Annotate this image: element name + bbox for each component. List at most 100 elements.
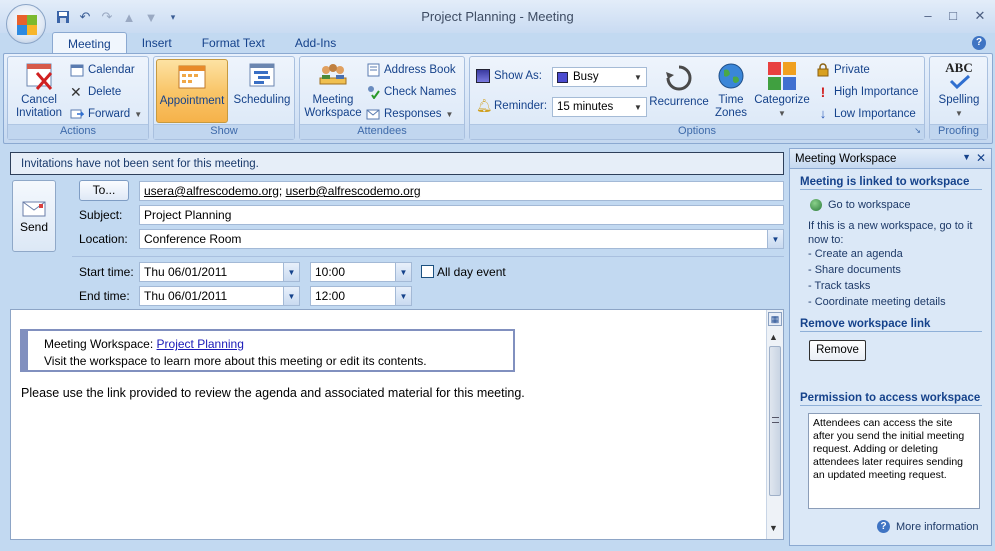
group-actions: Cancel Invitation Calendar ✕ Delete Forw… xyxy=(7,56,149,140)
spelling-button[interactable]: ABC Spelling ▼ xyxy=(932,61,986,120)
bullet-coordinate: - Coordinate meeting details xyxy=(808,296,946,308)
start-time-picker[interactable]: 10:00 ▼ xyxy=(310,262,412,282)
to-recipient-2[interactable]: userb@alfrescodemo.org xyxy=(286,184,421,198)
options-label-text: Options xyxy=(678,125,716,137)
start-date-dropdown-icon[interactable]: ▼ xyxy=(283,263,299,281)
remove-button[interactable]: Remove xyxy=(809,340,866,361)
private-button[interactable]: Private xyxy=(816,63,870,77)
check-names-button[interactable]: Check Names xyxy=(366,85,457,100)
cancel-invitation-label: Cancel Invitation xyxy=(15,94,63,119)
spelling-icon: ABC xyxy=(943,61,975,91)
cancel-invitation-button[interactable]: Cancel Invitation xyxy=(10,61,68,120)
maximize-button[interactable]: □ xyxy=(943,8,963,24)
start-time-value: 10:00 xyxy=(315,265,346,279)
bullet-share-documents: - Share documents xyxy=(808,264,901,276)
appointment-button[interactable]: Appointment xyxy=(156,59,228,123)
responses-button[interactable]: Responses ▼ xyxy=(366,107,453,121)
minimize-button[interactable]: – xyxy=(918,8,938,24)
to-recipient-1[interactable]: usera@alfrescodemo.org xyxy=(144,184,279,198)
low-importance-button[interactable]: ↓ Low Importance xyxy=(816,107,916,121)
ribbon-tabs: Meeting Insert Format Text Add-Ins xyxy=(52,32,351,54)
calendar-button[interactable]: Calendar xyxy=(70,63,135,77)
scroll-thumb[interactable] xyxy=(769,346,781,496)
bullet-track-tasks: - Track tasks xyxy=(808,280,871,292)
help-icon[interactable]: ? xyxy=(972,36,986,50)
scroll-up-icon[interactable]: ▲ xyxy=(769,332,778,342)
dialog-launcher-icon[interactable]: ↘ xyxy=(914,126,921,135)
start-date-picker[interactable]: Thu 06/01/2011 ▼ xyxy=(139,262,300,282)
start-time-dropdown-icon[interactable]: ▼ xyxy=(395,263,411,281)
responses-icon xyxy=(366,107,380,121)
send-button[interactable]: Send xyxy=(12,180,56,252)
address-book-button[interactable]: Address Book xyxy=(366,63,456,77)
more-information-link[interactable]: ? More information xyxy=(877,520,979,533)
end-time-dropdown-icon[interactable]: ▼ xyxy=(395,287,411,305)
tab-add-ins[interactable]: Add-Ins xyxy=(280,32,351,54)
tab-insert[interactable]: Insert xyxy=(127,32,187,54)
scroll-down-icon[interactable]: ▼ xyxy=(769,523,778,533)
office-logo-part xyxy=(27,25,37,35)
low-importance-icon: ↓ xyxy=(819,106,827,121)
globe-icon xyxy=(715,61,747,91)
group-attendees: Meeting Workspace Address Book Check Nam… xyxy=(299,56,465,140)
end-time-picker[interactable]: 12:00 ▼ xyxy=(310,286,412,306)
group-proofing: ABC Spelling ▼ Proofing xyxy=(929,56,988,140)
to-separator: ; xyxy=(278,184,283,198)
responses-dropdown-icon: ▼ xyxy=(445,109,454,119)
high-importance-button[interactable]: ! High Importance xyxy=(816,85,919,99)
appointment-icon xyxy=(176,62,208,92)
categorize-button[interactable]: Categorize ▼ xyxy=(752,61,812,120)
body-scrollbar[interactable]: ▦ ▲ ▼ xyxy=(766,310,783,539)
end-date-value: Thu 06/01/2011 xyxy=(144,289,228,303)
task-pane-menu-icon[interactable]: ▼ xyxy=(962,152,971,162)
group-label-proofing: Proofing xyxy=(930,124,987,139)
to-field[interactable]: usera@alfrescodemo.org; userb@alfrescode… xyxy=(139,181,784,201)
scheduling-button[interactable]: Scheduling xyxy=(230,61,294,107)
ruler-toggle-icon[interactable]: ▦ xyxy=(768,312,782,326)
address-book-icon xyxy=(366,63,380,77)
forward-button[interactable]: Forward ▼ xyxy=(70,107,142,121)
meeting-workspace-label: Meeting Workspace xyxy=(304,94,362,119)
office-logo-part xyxy=(17,25,27,35)
office-button[interactable] xyxy=(6,4,46,44)
subject-input[interactable]: Project Planning xyxy=(139,205,784,225)
location-input[interactable]: Conference Room ▼ xyxy=(139,229,784,249)
show-as-select[interactable]: Busy ▼ xyxy=(552,67,647,87)
go-to-workspace-link[interactable]: Go to workspace xyxy=(810,199,911,211)
workspace-info-box: Meeting Workspace: Project Planning Visi… xyxy=(20,329,515,372)
location-value: Conference Room xyxy=(144,232,242,246)
delete-button[interactable]: ✕ Delete xyxy=(70,85,121,99)
close-button[interactable]: ✕ xyxy=(970,8,990,24)
subject-label: Subject: xyxy=(79,208,123,222)
all-day-checkbox[interactable] xyxy=(421,265,434,278)
reminder-value: 15 minutes xyxy=(557,101,614,113)
delete-label: Delete xyxy=(88,86,122,98)
workspace-link[interactable]: Project Planning xyxy=(157,337,244,351)
end-date-dropdown-icon[interactable]: ▼ xyxy=(283,287,299,305)
meeting-workspace-button[interactable]: Meeting Workspace xyxy=(302,61,364,120)
group-label-options: Options ↘ xyxy=(470,124,924,139)
info-help-icon: ? xyxy=(877,520,890,533)
to-button[interactable]: To... xyxy=(79,180,129,201)
categorize-label: Categorize xyxy=(754,94,810,106)
tab-format-text[interactable]: Format Text xyxy=(187,32,280,54)
recurrence-button[interactable]: Recurrence xyxy=(648,63,710,109)
window-title: Project Planning - Meeting xyxy=(421,9,574,24)
check-names-icon xyxy=(366,85,380,100)
tab-meeting[interactable]: Meeting xyxy=(52,32,127,54)
check-names-label: Check Names xyxy=(384,86,457,98)
location-dropdown-icon[interactable]: ▼ xyxy=(767,230,783,248)
forward-icon xyxy=(70,107,85,121)
office-logo-icon xyxy=(17,15,27,25)
form-divider xyxy=(72,256,784,257)
lock-icon xyxy=(816,63,830,77)
end-date-picker[interactable]: Thu 06/01/2011 ▼ xyxy=(139,286,300,306)
bullet-create-agenda: - Create an agenda xyxy=(808,248,903,260)
reminder-select[interactable]: 15 minutes ▼ xyxy=(552,97,647,117)
time-zones-button[interactable]: Time Zones xyxy=(710,61,752,120)
go-to-workspace-label: Go to workspace xyxy=(828,199,911,211)
reminder-label: Reminder: xyxy=(494,100,548,112)
private-label: Private xyxy=(834,64,870,76)
task-pane-close-icon[interactable]: ✕ xyxy=(976,151,986,165)
categorize-dropdown-icon: ▼ xyxy=(778,109,786,118)
